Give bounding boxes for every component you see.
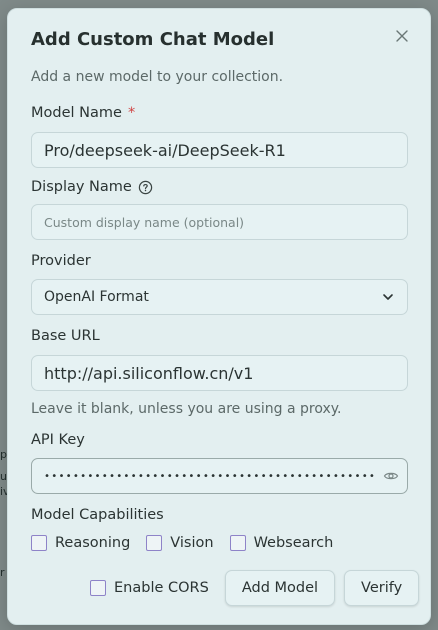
- help-circle-icon[interactable]: [138, 180, 153, 195]
- backdrop-text: p: [0, 448, 7, 461]
- api-key-label-text: API Key: [31, 432, 85, 448]
- provider-select[interactable]: OpenAI Format: [31, 279, 408, 315]
- reasoning-checkbox[interactable]: [31, 535, 47, 551]
- capabilities-label-text: Model Capabilities: [31, 507, 164, 523]
- model-name-label: Model Name *: [31, 105, 135, 121]
- dialog-footer: Enable CORS Add Model Verify: [90, 570, 428, 606]
- display-name-input[interactable]: [44, 214, 395, 230]
- base-url-label: Base URL: [31, 328, 100, 344]
- base-url-input[interactable]: [44, 363, 395, 383]
- dialog-subtitle: Add a new model to your collection.: [31, 69, 284, 85]
- model-name-field[interactable]: [31, 132, 408, 168]
- verify-button[interactable]: Verify: [344, 570, 420, 606]
- provider-label-text: Provider: [31, 253, 91, 269]
- api-key-field[interactable]: ••••••••••••••••••••••••••••••••••••••••…: [31, 458, 408, 494]
- vision-label: Vision: [170, 535, 214, 551]
- model-name-input[interactable]: [44, 140, 395, 160]
- close-button[interactable]: [394, 28, 410, 44]
- vision-checkbox[interactable]: [146, 535, 163, 551]
- api-key-label: API Key: [31, 432, 85, 448]
- display-name-label: Display Name: [31, 179, 153, 195]
- capability-vision[interactable]: Vision: [146, 535, 214, 551]
- chevron-down-icon: [383, 294, 393, 300]
- close-icon: [396, 30, 408, 42]
- enable-cors-option[interactable]: Enable CORS: [90, 580, 209, 596]
- add-model-dialog: Add Custom Chat Model Add a new model to…: [7, 8, 431, 625]
- enable-cors-checkbox[interactable]: [90, 580, 106, 596]
- model-name-label-text: Model Name: [31, 105, 122, 121]
- enable-cors-label: Enable CORS: [114, 580, 209, 596]
- required-mark: *: [127, 105, 136, 121]
- reasoning-label: Reasoning: [55, 535, 131, 551]
- capability-reasoning[interactable]: Reasoning: [31, 535, 130, 551]
- base-url-hint: Leave it blank, unless you are using a p…: [31, 401, 342, 417]
- dialog-title: Add Custom Chat Model: [31, 29, 275, 50]
- add-model-button[interactable]: Add Model: [224, 570, 336, 606]
- api-key-masked-value[interactable]: ••••••••••••••••••••••••••••••••••••••••…: [44, 471, 377, 482]
- websearch-checkbox[interactable]: [229, 535, 246, 551]
- capabilities-group: Reasoning Vision Websearch: [31, 535, 349, 551]
- eye-icon[interactable]: [383, 468, 399, 484]
- display-name-field[interactable]: [31, 204, 408, 240]
- capability-websearch[interactable]: Websearch: [229, 535, 334, 551]
- provider-label: Provider: [31, 253, 91, 269]
- base-url-field[interactable]: [31, 355, 408, 391]
- backdrop-text: r: [0, 566, 5, 579]
- capabilities-label: Model Capabilities: [31, 507, 164, 523]
- websearch-label: Websearch: [253, 535, 334, 551]
- base-url-label-text: Base URL: [31, 328, 100, 344]
- provider-selected-value: OpenAI Format: [44, 289, 149, 305]
- display-name-label-text: Display Name: [31, 179, 132, 195]
